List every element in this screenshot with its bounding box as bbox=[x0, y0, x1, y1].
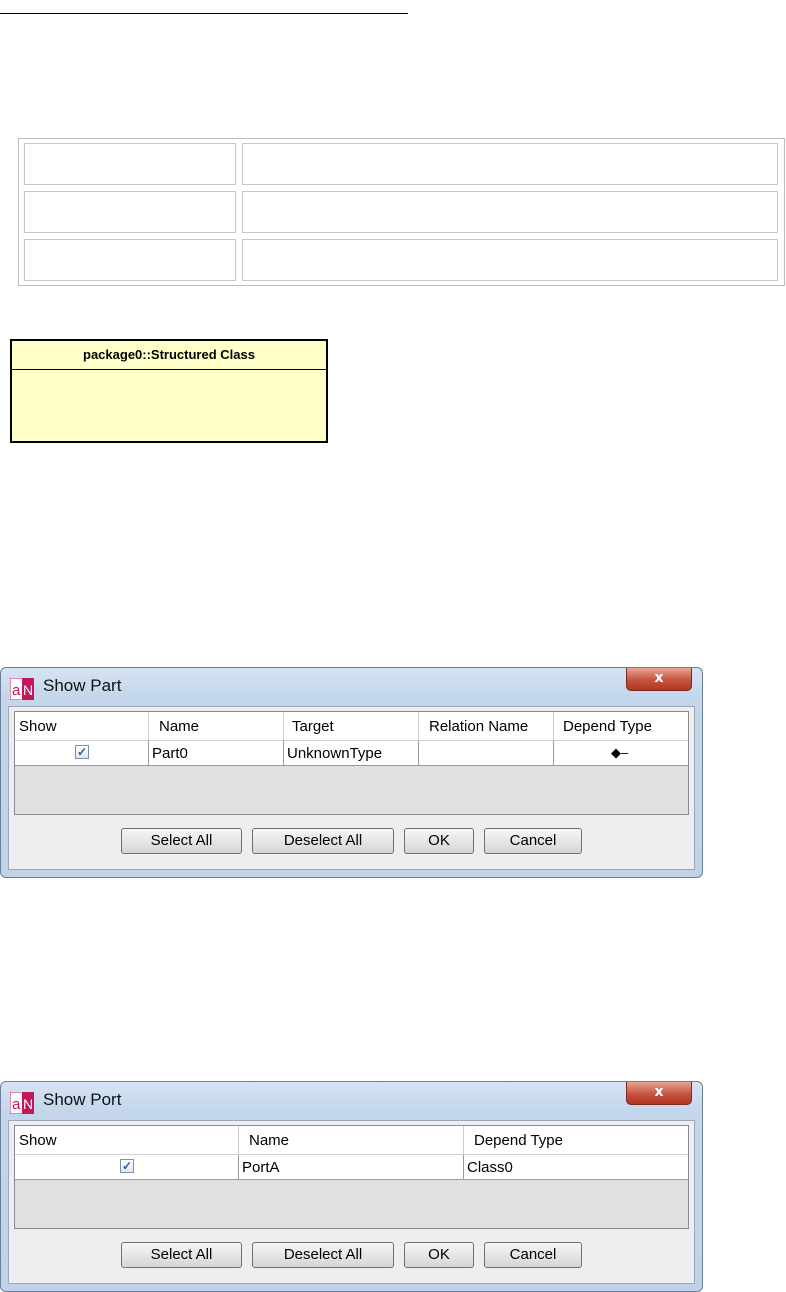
show-cell: ✓ bbox=[15, 741, 149, 765]
depend-type-cell[interactable]: Class0 bbox=[464, 1155, 689, 1179]
column-header-relation-name[interactable]: Relation Name bbox=[419, 712, 554, 740]
titlebar[interactable]: a N Show Port x bbox=[1, 1082, 702, 1120]
svg-text:a: a bbox=[12, 1096, 21, 1113]
name-cell[interactable]: Part0 bbox=[149, 741, 284, 765]
dialog-body: Show Name Target Relation Name Depend Ty… bbox=[8, 706, 695, 870]
depend-type-cell[interactable]: ◆– bbox=[554, 741, 689, 765]
select-all-button[interactable]: Select All bbox=[121, 828, 242, 854]
dialog-title: Show Part bbox=[43, 676, 122, 695]
name-cell[interactable]: PortA bbox=[239, 1155, 464, 1179]
horizontal-rule bbox=[0, 13, 408, 14]
target-cell[interactable]: UnknownType bbox=[284, 741, 419, 765]
table-cell bbox=[242, 239, 778, 281]
column-header-show[interactable]: Show bbox=[15, 1126, 239, 1154]
table-cell bbox=[24, 239, 236, 281]
app-icon: a N bbox=[10, 1092, 34, 1114]
column-header-depend-type[interactable]: Depend Type bbox=[554, 712, 689, 740]
dialog-body: Show Name Depend Type ✓ PortA Class0 Sel… bbox=[8, 1120, 695, 1284]
ok-button[interactable]: OK bbox=[404, 1242, 474, 1268]
cancel-button[interactable]: Cancel bbox=[484, 828, 582, 854]
show-checkbox[interactable]: ✓ bbox=[120, 1159, 134, 1173]
composition-diamond-icon: ◆– bbox=[611, 745, 629, 760]
column-header-name[interactable]: Name bbox=[239, 1126, 464, 1154]
table-row[interactable]: ✓ PortA Class0 bbox=[15, 1155, 688, 1180]
dialog-title: Show Port bbox=[43, 1090, 122, 1109]
titlebar[interactable]: a N Show Part x bbox=[1, 668, 702, 706]
column-header-depend-type[interactable]: Depend Type bbox=[464, 1126, 689, 1154]
deselect-all-button[interactable]: Deselect All bbox=[252, 828, 394, 854]
class-title: package0::Structured Class bbox=[12, 341, 326, 370]
show-part-dialog: a N Show Part x Show Name Target Relatio… bbox=[0, 667, 703, 878]
column-header-name[interactable]: Name bbox=[149, 712, 284, 740]
svg-text:N: N bbox=[23, 1096, 33, 1112]
show-checkbox[interactable]: ✓ bbox=[75, 745, 89, 759]
cancel-button[interactable]: Cancel bbox=[484, 1242, 582, 1268]
close-button[interactable]: x bbox=[626, 668, 692, 691]
show-port-dialog: a N Show Port x Show Name Depend Type ✓ … bbox=[0, 1081, 703, 1292]
table-header: Show Name Depend Type bbox=[15, 1126, 688, 1155]
table-cell bbox=[242, 191, 778, 233]
table-cell bbox=[24, 143, 236, 185]
button-bar: Select All Deselect All OK Cancel bbox=[9, 815, 694, 869]
relation-name-cell[interactable] bbox=[419, 741, 554, 765]
column-header-target[interactable]: Target bbox=[284, 712, 419, 740]
table-header: Show Name Target Relation Name Depend Ty… bbox=[15, 712, 688, 741]
structured-class-box[interactable]: package0::Structured Class bbox=[10, 339, 328, 443]
show-cell: ✓ bbox=[15, 1155, 239, 1179]
svg-text:a: a bbox=[12, 682, 21, 699]
button-bar: Select All Deselect All OK Cancel bbox=[9, 1229, 694, 1283]
select-all-button[interactable]: Select All bbox=[121, 1242, 242, 1268]
column-header-show[interactable]: Show bbox=[15, 712, 149, 740]
ok-button[interactable]: OK bbox=[404, 828, 474, 854]
app-icon: a N bbox=[10, 678, 34, 700]
deselect-all-button[interactable]: Deselect All bbox=[252, 1242, 394, 1268]
svg-text:N: N bbox=[23, 682, 33, 698]
ports-table: Show Name Depend Type ✓ PortA Class0 bbox=[14, 1125, 689, 1229]
close-button[interactable]: x bbox=[626, 1082, 692, 1105]
table-row[interactable]: ✓ Part0 UnknownType ◆– bbox=[15, 741, 688, 766]
property-table bbox=[18, 138, 785, 286]
table-cell bbox=[242, 143, 778, 185]
table-cell bbox=[24, 191, 236, 233]
parts-table: Show Name Target Relation Name Depend Ty… bbox=[14, 711, 689, 815]
